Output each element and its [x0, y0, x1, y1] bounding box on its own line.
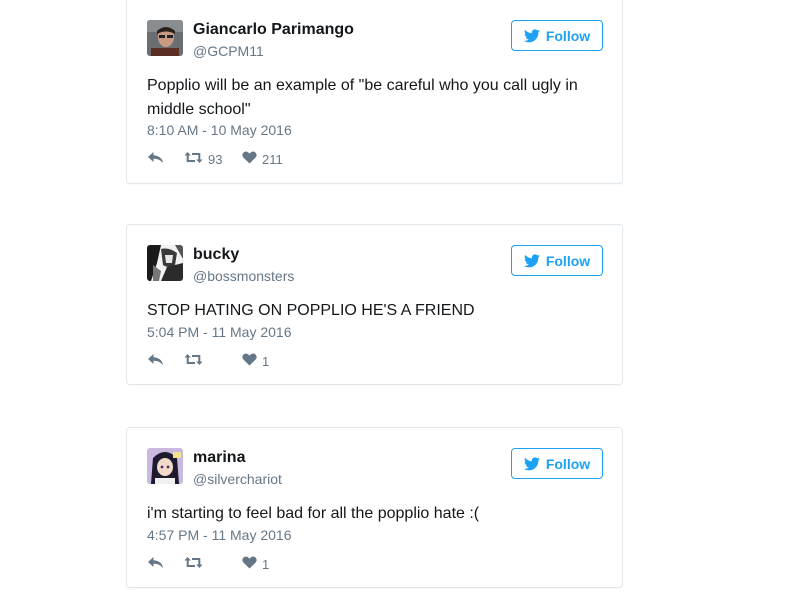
bird-icon	[523, 253, 540, 268]
author-name[interactable]: marina	[193, 449, 245, 467]
reply-button[interactable]	[147, 151, 184, 167]
retweet-icon	[184, 556, 203, 572]
reply-button[interactable]	[147, 556, 184, 572]
author-handle[interactable]: @silverchariot	[193, 471, 282, 487]
heart-icon	[242, 151, 257, 167]
tweet-actions: 93 211	[147, 151, 283, 167]
reply-button[interactable]	[147, 353, 184, 369]
retweet-button[interactable]	[184, 353, 242, 369]
like-button[interactable]: 1	[242, 556, 269, 572]
tweet-card: bucky @bossmonsters Follow STOP HATING O…	[126, 224, 623, 385]
retweet-button[interactable]: 93	[184, 151, 242, 167]
follow-label: Follow	[545, 455, 591, 472]
tweet-card: Giancarlo Parimango @GCPM11 Follow Poppl…	[126, 0, 623, 184]
follow-button[interactable]: Follow	[511, 245, 603, 276]
author-handle[interactable]: @GCPM11	[193, 43, 264, 59]
tweet-text: i'm starting to feel bad for all the pop…	[147, 505, 480, 522]
author-name[interactable]: Giancarlo Parimango	[193, 21, 354, 39]
reply-icon	[147, 151, 164, 167]
author-handle[interactable]: @bossmonsters	[193, 268, 294, 284]
avatar[interactable]	[147, 448, 183, 484]
bird-icon	[523, 456, 540, 471]
tweet-card: marina @silverchariot Follow i'm startin…	[126, 427, 623, 588]
follow-button[interactable]: Follow	[511, 20, 603, 51]
like-count: 1	[262, 556, 270, 572]
heart-icon	[242, 556, 257, 572]
tweet-text: Popplio will be an example of "be carefu…	[147, 77, 578, 118]
tweet-timestamp[interactable]: 8:10 AM - 10 May 2016	[147, 122, 292, 138]
follow-label: Follow	[545, 27, 591, 44]
avatar[interactable]	[147, 245, 183, 281]
reply-icon	[147, 556, 164, 572]
author-name[interactable]: bucky	[193, 246, 239, 264]
avatar[interactable]	[147, 20, 183, 56]
tweet-timestamp[interactable]: 4:57 PM - 11 May 2016	[147, 527, 291, 543]
retweet-icon	[184, 151, 203, 167]
follow-label: Follow	[545, 252, 591, 269]
reply-icon	[147, 353, 164, 369]
like-button[interactable]: 211	[242, 151, 283, 167]
heart-icon	[242, 353, 257, 369]
like-count: 1	[262, 353, 270, 369]
follow-button[interactable]: Follow	[511, 448, 603, 479]
like-count: 211	[262, 151, 283, 167]
like-button[interactable]: 1	[242, 353, 269, 369]
tweet-actions: 1	[147, 353, 269, 369]
tweet-timestamp[interactable]: 5:04 PM - 11 May 2016	[147, 324, 291, 340]
retweet-icon	[184, 353, 203, 369]
tweet-text: STOP HATING ON POPPLIO HE'S A FRIEND	[147, 302, 475, 319]
tweet-actions: 1	[147, 556, 269, 572]
retweet-button[interactable]	[184, 556, 242, 572]
bird-icon	[523, 28, 540, 43]
retweet-count: 93	[208, 151, 223, 167]
